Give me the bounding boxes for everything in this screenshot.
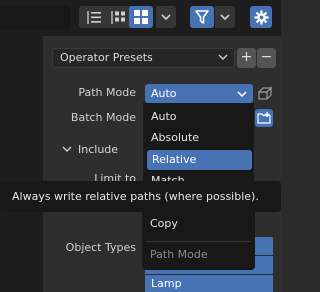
path-mode-option-auto[interactable]: Auto bbox=[143, 107, 254, 127]
context-copy-item[interactable]: Copy bbox=[150, 217, 178, 230]
file-browser-area bbox=[0, 36, 43, 292]
remove-preset-button[interactable]: − bbox=[257, 48, 276, 68]
package-icon bbox=[257, 87, 273, 100]
context-menu-title: Path Mode bbox=[150, 248, 208, 261]
embed-textures-button[interactable] bbox=[256, 85, 274, 103]
path-mode-option-absolute[interactable]: Absolute bbox=[143, 128, 254, 148]
tooltip: Always write relative paths (where possi… bbox=[0, 181, 281, 212]
batch-mode-label: Batch Mode bbox=[70, 111, 136, 124]
header-left-area bbox=[0, 5, 71, 29]
new-folder-button[interactable] bbox=[255, 109, 273, 127]
chevron-down-icon[interactable] bbox=[62, 146, 72, 152]
path-mode-dropdown: Auto Absolute Relative Match bbox=[143, 103, 254, 187]
folder-add-icon bbox=[257, 112, 271, 124]
settings-button[interactable] bbox=[250, 6, 272, 28]
filter-icon bbox=[195, 10, 209, 24]
filter-button[interactable] bbox=[190, 6, 214, 28]
list-view-button[interactable] bbox=[82, 6, 106, 28]
path-mode-option-relative[interactable]: Relative bbox=[147, 150, 252, 170]
operator-presets-label: Operator Presets bbox=[60, 51, 153, 64]
operator-presets-menu[interactable]: Operator Presets bbox=[52, 48, 235, 68]
object-type-lamp-label: Lamp bbox=[151, 277, 182, 290]
chevron-down-icon bbox=[237, 91, 247, 97]
filter-dropdown[interactable] bbox=[215, 6, 235, 28]
grid-large-icon bbox=[134, 10, 148, 24]
path-mode-label: Path Mode bbox=[78, 86, 136, 99]
add-preset-button[interactable]: + bbox=[237, 48, 256, 68]
context-menu-divider bbox=[146, 241, 251, 242]
path-mode-select[interactable]: Auto bbox=[145, 84, 253, 103]
context-menu: Copy Path Mode bbox=[142, 211, 255, 270]
object-types-label: Object Types bbox=[65, 241, 136, 254]
gear-icon bbox=[253, 9, 269, 25]
thumbnail-large-button[interactable] bbox=[129, 6, 153, 28]
chevron-down-icon bbox=[220, 14, 230, 20]
include-panel-header[interactable]: Include bbox=[78, 143, 118, 156]
thumbnail-small-button[interactable] bbox=[106, 6, 130, 28]
list-view-icon bbox=[87, 10, 101, 24]
view-mode-dropdown[interactable] bbox=[156, 6, 176, 28]
path-mode-value: Auto bbox=[151, 87, 177, 100]
grid-small-icon bbox=[111, 10, 125, 24]
chevron-down-icon bbox=[218, 54, 228, 60]
chevron-down-icon bbox=[161, 14, 171, 20]
